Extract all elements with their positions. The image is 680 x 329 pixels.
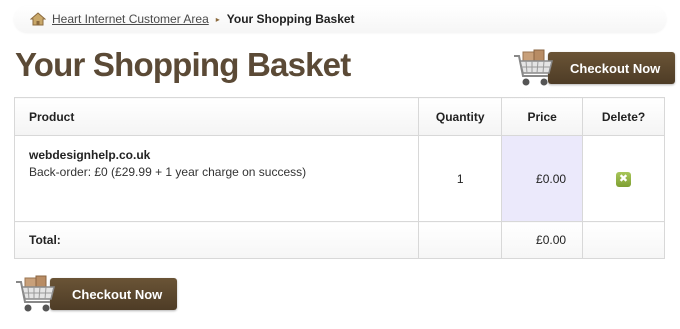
breadcrumb-home-link[interactable]: Heart Internet Customer Area <box>52 12 209 26</box>
breadcrumb-current: Your Shopping Basket <box>226 12 355 26</box>
total-row: Total: £0.00 <box>13 221 665 259</box>
total-price: £0.00 <box>501 221 584 259</box>
page-title: Your Shopping Basket <box>15 46 351 83</box>
quantity-cell: 1 <box>418 135 503 222</box>
basket-table: Product Quantity Price Delete? webdesign… <box>13 97 665 259</box>
header-price: Price <box>501 97 584 136</box>
header-product: Product <box>13 97 420 136</box>
delete-cell: ✖ <box>582 135 665 222</box>
table-row: webdesignhelp.co.uk Back-order: £0 (£29.… <box>13 135 665 222</box>
header-quantity: Quantity <box>418 97 503 136</box>
shopping-cart-icon <box>512 46 556 90</box>
checkout-button-label[interactable]: Checkout Now <box>50 278 178 310</box>
total-delete-cell <box>582 221 665 259</box>
checkout-button-label[interactable]: Checkout Now <box>548 52 676 84</box>
breadcrumb: Heart Internet Customer Area ▸ Your Shop… <box>14 6 666 32</box>
shopping-cart-icon <box>14 272 58 316</box>
total-label: Total: <box>13 221 420 259</box>
product-description: Back-order: £0 (£29.99 + 1 year charge o… <box>29 165 307 179</box>
product-name: webdesignhelp.co.uk <box>29 148 151 162</box>
breadcrumb-separator-icon: ▸ <box>215 14 220 24</box>
table-header-row: Product Quantity Price Delete? <box>13 97 665 136</box>
checkout-button-bottom[interactable]: Checkout Now <box>14 272 178 316</box>
checkout-button-top[interactable]: Checkout Now <box>512 46 676 90</box>
total-quantity-cell <box>418 221 503 259</box>
product-cell: webdesignhelp.co.uk Back-order: £0 (£29.… <box>13 135 420 222</box>
header-delete: Delete? <box>582 97 665 136</box>
price-cell: £0.00 <box>501 135 584 222</box>
delete-icon[interactable]: ✖ <box>616 171 632 187</box>
home-icon[interactable] <box>29 12 47 26</box>
